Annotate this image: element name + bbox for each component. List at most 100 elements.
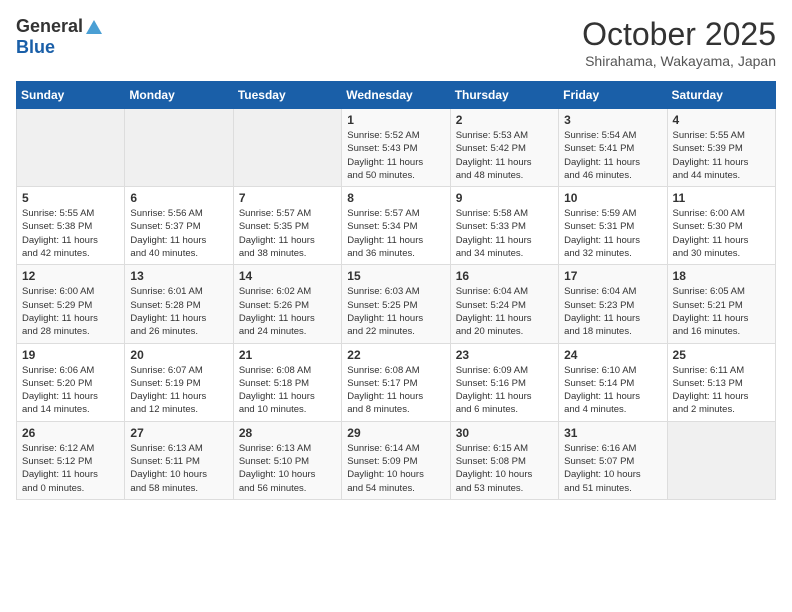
calendar-cell: 24 Sunrise: 6:10 AM Sunset: 5:14 PM Dayli… — [559, 343, 667, 421]
column-header-monday: Monday — [125, 82, 233, 109]
calendar-cell: 14 Sunrise: 6:02 AM Sunset: 5:26 PM Dayli… — [233, 265, 341, 343]
day-info: Sunrise: 6:03 AM Sunset: 5:25 PM Dayligh… — [347, 285, 444, 338]
day-info: Sunrise: 5:57 AM Sunset: 5:35 PM Dayligh… — [239, 207, 336, 260]
calendar-cell: 12 Sunrise: 6:00 AM Sunset: 5:29 PM Dayli… — [17, 265, 125, 343]
day-info: Sunrise: 5:58 AM Sunset: 5:33 PM Dayligh… — [456, 207, 553, 260]
column-header-thursday: Thursday — [450, 82, 558, 109]
day-info: Sunrise: 6:08 AM Sunset: 5:18 PM Dayligh… — [239, 364, 336, 417]
day-number: 16 — [456, 269, 553, 283]
calendar-cell: 2 Sunrise: 5:53 AM Sunset: 5:42 PM Daylig… — [450, 109, 558, 187]
day-number: 15 — [347, 269, 444, 283]
day-number: 21 — [239, 348, 336, 362]
day-number: 27 — [130, 426, 227, 440]
day-number: 25 — [673, 348, 770, 362]
day-info: Sunrise: 6:12 AM Sunset: 5:12 PM Dayligh… — [22, 442, 119, 495]
day-number: 12 — [22, 269, 119, 283]
column-header-friday: Friday — [559, 82, 667, 109]
day-number: 19 — [22, 348, 119, 362]
calendar-cell: 7 Sunrise: 5:57 AM Sunset: 5:35 PM Daylig… — [233, 187, 341, 265]
calendar-cell: 17 Sunrise: 6:04 AM Sunset: 5:23 PM Dayli… — [559, 265, 667, 343]
day-info: Sunrise: 6:07 AM Sunset: 5:19 PM Dayligh… — [130, 364, 227, 417]
calendar-cell: 18 Sunrise: 6:05 AM Sunset: 5:21 PM Dayli… — [667, 265, 775, 343]
day-number: 11 — [673, 191, 770, 205]
calendar-cell — [17, 109, 125, 187]
calendar-week-4: 19Sunrise: 6:06 AM Sunset: 5:20 PM Dayli… — [17, 343, 776, 421]
calendar-cell: 25 Sunrise: 6:11 AM Sunset: 5:13 PM Dayli… — [667, 343, 775, 421]
day-info: Sunrise: 6:09 AM Sunset: 5:16 PM Dayligh… — [456, 364, 553, 417]
column-header-saturday: Saturday — [667, 82, 775, 109]
day-info: Sunrise: 6:15 AM Sunset: 5:08 PM Dayligh… — [456, 442, 553, 495]
calendar-cell — [233, 109, 341, 187]
location: Shirahama, Wakayama, Japan — [582, 53, 776, 69]
logo-general-text: General — [16, 16, 83, 37]
day-number: 23 — [456, 348, 553, 362]
calendar-cell: 3 Sunrise: 5:54 AM Sunset: 5:41 PM Daylig… — [559, 109, 667, 187]
day-number: 6 — [130, 191, 227, 205]
day-number: 4 — [673, 113, 770, 127]
day-info: Sunrise: 5:52 AM Sunset: 5:43 PM Dayligh… — [347, 129, 444, 182]
calendar-cell: 29 Sunrise: 6:14 AM Sunset: 5:09 PM Dayli… — [342, 421, 450, 499]
title-area: October 2025 Shirahama, Wakayama, Japan — [582, 16, 776, 69]
day-number: 20 — [130, 348, 227, 362]
day-info: Sunrise: 6:00 AM Sunset: 5:30 PM Dayligh… — [673, 207, 770, 260]
day-info: Sunrise: 6:14 AM Sunset: 5:09 PM Dayligh… — [347, 442, 444, 495]
page-header: General Blue October 2025 Shirahama, Wak… — [16, 16, 776, 69]
day-number: 3 — [564, 113, 661, 127]
calendar-cell — [667, 421, 775, 499]
calendar: SundayMondayTuesdayWednesdayThursdayFrid… — [16, 81, 776, 500]
calendar-cell: 23 Sunrise: 6:09 AM Sunset: 5:16 PM Dayli… — [450, 343, 558, 421]
day-info: Sunrise: 5:54 AM Sunset: 5:41 PM Dayligh… — [564, 129, 661, 182]
day-number: 28 — [239, 426, 336, 440]
day-info: Sunrise: 5:53 AM Sunset: 5:42 PM Dayligh… — [456, 129, 553, 182]
day-info: Sunrise: 6:10 AM Sunset: 5:14 PM Dayligh… — [564, 364, 661, 417]
day-number: 26 — [22, 426, 119, 440]
day-number: 9 — [456, 191, 553, 205]
day-info: Sunrise: 5:55 AM Sunset: 5:38 PM Dayligh… — [22, 207, 119, 260]
day-number: 29 — [347, 426, 444, 440]
day-info: Sunrise: 6:05 AM Sunset: 5:21 PM Dayligh… — [673, 285, 770, 338]
day-number: 2 — [456, 113, 553, 127]
calendar-cell: 26 Sunrise: 6:12 AM Sunset: 5:12 PM Dayli… — [17, 421, 125, 499]
day-info: Sunrise: 6:13 AM Sunset: 5:10 PM Dayligh… — [239, 442, 336, 495]
day-number: 14 — [239, 269, 336, 283]
calendar-cell: 15 Sunrise: 6:03 AM Sunset: 5:25 PM Dayli… — [342, 265, 450, 343]
day-info: Sunrise: 6:00 AM Sunset: 5:29 PM Dayligh… — [22, 285, 119, 338]
column-header-wednesday: Wednesday — [342, 82, 450, 109]
day-number: 22 — [347, 348, 444, 362]
calendar-cell: 16Sunrise: 6:04 AM Sunset: 5:24 PM Dayli… — [450, 265, 558, 343]
logo-icon — [85, 18, 103, 36]
calendar-cell: 8Sunrise: 5:57 AM Sunset: 5:34 PM Daylig… — [342, 187, 450, 265]
day-number: 8 — [347, 191, 444, 205]
logo-blue-text: Blue — [16, 37, 55, 57]
calendar-cell: 20 Sunrise: 6:07 AM Sunset: 5:19 PM Dayli… — [125, 343, 233, 421]
day-info: Sunrise: 6:04 AM Sunset: 5:23 PM Dayligh… — [564, 285, 661, 338]
day-number: 5 — [22, 191, 119, 205]
calendar-cell: 27 Sunrise: 6:13 AM Sunset: 5:11 PM Dayli… — [125, 421, 233, 499]
day-number: 18 — [673, 269, 770, 283]
column-header-sunday: Sunday — [17, 82, 125, 109]
day-number: 17 — [564, 269, 661, 283]
day-number: 10 — [564, 191, 661, 205]
calendar-week-5: 26 Sunrise: 6:12 AM Sunset: 5:12 PM Dayli… — [17, 421, 776, 499]
day-number: 13 — [130, 269, 227, 283]
day-number: 7 — [239, 191, 336, 205]
day-info: Sunrise: 6:13 AM Sunset: 5:11 PM Dayligh… — [130, 442, 227, 495]
day-info: Sunrise: 5:59 AM Sunset: 5:31 PM Dayligh… — [564, 207, 661, 260]
day-info: Sunrise: 6:02 AM Sunset: 5:26 PM Dayligh… — [239, 285, 336, 338]
calendar-cell: 9 Sunrise: 5:58 AM Sunset: 5:33 PM Daylig… — [450, 187, 558, 265]
calendar-cell: 13Sunrise: 6:01 AM Sunset: 5:28 PM Dayli… — [125, 265, 233, 343]
calendar-week-3: 12 Sunrise: 6:00 AM Sunset: 5:29 PM Dayli… — [17, 265, 776, 343]
calendar-cell: 21 Sunrise: 6:08 AM Sunset: 5:18 PM Dayli… — [233, 343, 341, 421]
day-number: 30 — [456, 426, 553, 440]
calendar-week-2: 5 Sunrise: 5:55 AM Sunset: 5:38 PM Daylig… — [17, 187, 776, 265]
calendar-cell: 5 Sunrise: 5:55 AM Sunset: 5:38 PM Daylig… — [17, 187, 125, 265]
day-number: 24 — [564, 348, 661, 362]
day-info: Sunrise: 6:11 AM Sunset: 5:13 PM Dayligh… — [673, 364, 770, 417]
day-number: 31 — [564, 426, 661, 440]
day-info: Sunrise: 6:16 AM Sunset: 5:07 PM Dayligh… — [564, 442, 661, 495]
month-title: October 2025 — [582, 16, 776, 53]
day-info: Sunrise: 6:08 AM Sunset: 5:17 PM Dayligh… — [347, 364, 444, 417]
calendar-cell: 30 Sunrise: 6:15 AM Sunset: 5:08 PM Dayli… — [450, 421, 558, 499]
calendar-cell: 19Sunrise: 6:06 AM Sunset: 5:20 PM Dayli… — [17, 343, 125, 421]
calendar-cell: 28 Sunrise: 6:13 AM Sunset: 5:10 PM Dayli… — [233, 421, 341, 499]
